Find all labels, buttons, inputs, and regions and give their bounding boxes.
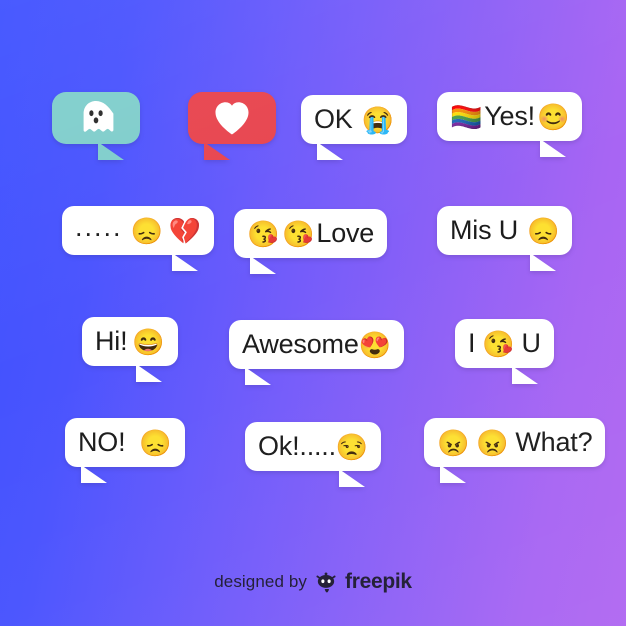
- bubble-tail: [98, 142, 124, 160]
- smiling-face-emoji: 😊: [536, 101, 570, 132]
- message-bubble-heart[interactable]: [188, 92, 276, 160]
- disappointed-face-emoji: 😞: [139, 427, 172, 458]
- message-bubble-angry-what[interactable]: 😠 😠 What?: [424, 418, 606, 483]
- bubble-text: Ok!.....: [258, 431, 336, 461]
- bubble-tail: [339, 469, 366, 487]
- bubble-tail: [204, 142, 230, 160]
- angry-face-emoji: 😠: [476, 427, 509, 458]
- message-bubble-kiss-love[interactable]: 😘 😘 Love: [234, 209, 388, 274]
- bubble-text-suffix: U: [521, 328, 542, 358]
- footer-credit: designed by freepik: [0, 570, 626, 594]
- message-bubble-ok-dots-unamused[interactable]: Ok!..... 😒: [245, 422, 382, 487]
- bubble-tail: [530, 253, 557, 271]
- freepik-logo-icon: [315, 571, 337, 593]
- bubble-tail: [171, 253, 198, 271]
- designed-by-label: designed by: [214, 572, 308, 591]
- bubble-tail: [540, 139, 567, 157]
- bubble-text: Hi!: [95, 326, 128, 356]
- message-bubble-ghost[interactable]: [52, 92, 140, 160]
- disappointed-face-emoji: 😞: [527, 215, 560, 246]
- bubble-tail: [511, 366, 538, 384]
- message-bubble-no-sad[interactable]: NO! 😞: [65, 418, 185, 483]
- freepik-brand-label: freepik: [345, 570, 412, 593]
- bubble-tail: [135, 364, 162, 382]
- heart-icon: [213, 100, 251, 136]
- bubble-text: .....: [75, 212, 123, 242]
- angry-face-emoji: 😠: [437, 427, 470, 458]
- kissing-face-emoji: 😘: [482, 328, 515, 359]
- ghost-icon: [76, 98, 116, 138]
- message-bubble-mis-u[interactable]: Mis U 😞: [437, 206, 573, 271]
- message-bubble-hi-grin[interactable]: Hi! 😄: [82, 317, 178, 382]
- rainbow-flag-emoji: 🏳️‍🌈: [450, 101, 483, 132]
- bubble-text: I: [468, 328, 476, 358]
- bubble-tail: [317, 142, 343, 160]
- bubble-text: Awesome: [242, 329, 359, 359]
- bubble-text: OK: [314, 104, 353, 134]
- bubble-tail: [81, 465, 107, 483]
- bubble-tail: [245, 367, 271, 385]
- message-bubble-yes-smile[interactable]: 🏳️‍🌈 Yes! 😊: [437, 92, 583, 157]
- message-bubble-ok-cry[interactable]: OK 😭: [301, 95, 407, 160]
- bubble-text: What?: [515, 427, 593, 457]
- disappointed-face-emoji: 😞: [130, 215, 163, 246]
- heart-eyes-face-emoji: 😍: [358, 329, 391, 360]
- unamused-face-emoji: 😒: [335, 431, 369, 462]
- kissing-face-emoji: 😘: [247, 218, 280, 249]
- bubble-text: Yes!: [484, 101, 535, 131]
- bubble-text: NO!: [78, 427, 126, 457]
- message-bubble-i-love-u[interactable]: I 😘 U: [455, 319, 554, 384]
- message-bubble-awesome-hearteyes[interactable]: Awesome 😍: [229, 320, 404, 385]
- bubble-text: Love: [316, 218, 375, 248]
- poster-canvas: OK 😭 🏳️‍🌈 Yes! 😊 ..... 😞 💔 😘 😘 Love Mis …: [0, 0, 626, 626]
- bubble-text: Mis U: [450, 215, 518, 245]
- bubble-tail: [250, 256, 276, 274]
- message-bubble-dots-sad-brokenheart[interactable]: ..... 😞 💔: [62, 206, 214, 271]
- bubble-tail: [440, 465, 466, 483]
- kissing-face-emoji: 😘: [282, 218, 315, 249]
- loudly-crying-face-emoji: 😭: [361, 104, 394, 135]
- broken-heart-emoji: 💔: [168, 215, 201, 246]
- grinning-face-emoji: 😄: [132, 326, 165, 357]
